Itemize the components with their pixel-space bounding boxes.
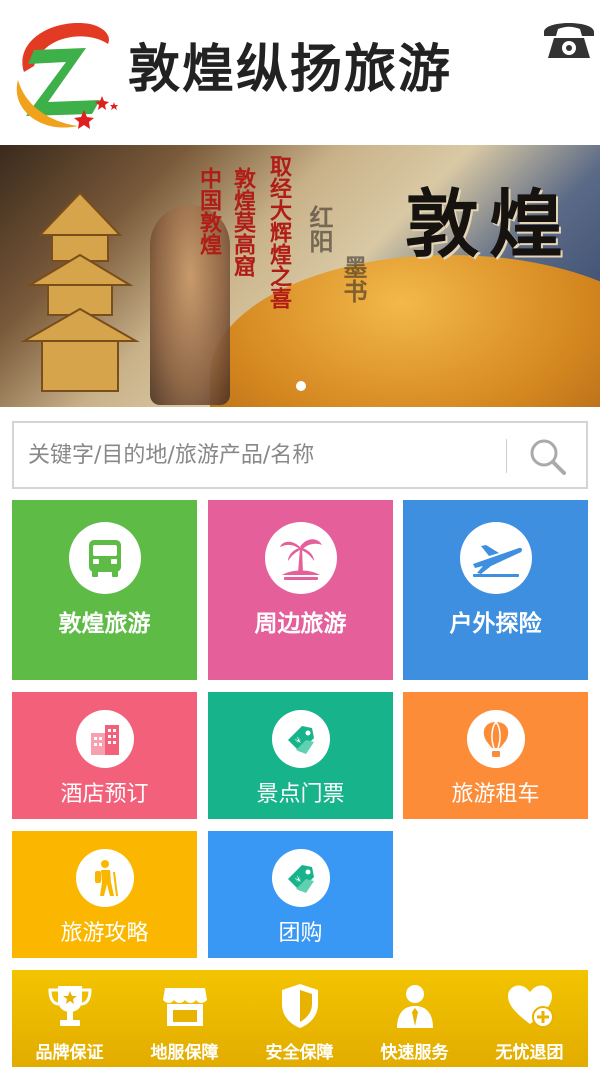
pagoda-illustration bbox=[20, 191, 140, 392]
guarantee-fast-service: 快速服务 bbox=[357, 970, 472, 1067]
tile-nearby-tour[interactable]: 周边旅游 bbox=[208, 500, 393, 680]
search-icon[interactable] bbox=[518, 431, 578, 481]
tile-dunhuang-tour[interactable]: 敦煌旅游 bbox=[12, 500, 197, 680]
guarantee-brand: 品牌保证 bbox=[12, 970, 127, 1067]
shield-icon bbox=[281, 984, 318, 1028]
hot-air-balloon-icon bbox=[466, 710, 525, 768]
z-swoosh-logo-icon[interactable] bbox=[4, 10, 122, 135]
tile-travel-guide[interactable]: 旅游攻略 bbox=[12, 831, 197, 958]
search-input[interactable] bbox=[28, 435, 508, 475]
agent-icon bbox=[396, 985, 433, 1028]
guarantee-bar: 品牌保证 地服保障 安全保障 快速服务 无忧退团 bbox=[12, 970, 588, 1067]
guarantee-refund: 无忧退团 bbox=[472, 970, 587, 1067]
tile-label: 户外探险 bbox=[449, 611, 542, 637]
heart-plus-icon bbox=[507, 985, 554, 1028]
app-header: 敦煌纵扬旅游 bbox=[0, 0, 600, 145]
tile-label: 周边旅游 bbox=[254, 611, 347, 637]
carousel-dot[interactable] bbox=[296, 381, 306, 391]
guarantee-label: 无忧退团 bbox=[495, 1043, 564, 1063]
ticket-tag-icon: ¥ bbox=[271, 710, 330, 768]
calligraphy-text-2: 敦煌莫高窟 bbox=[230, 167, 256, 277]
telephone-icon[interactable] bbox=[540, 14, 598, 62]
bus-icon bbox=[68, 522, 141, 594]
tile-label: 敦煌旅游 bbox=[58, 611, 151, 637]
tile-label: 酒店预订 bbox=[60, 782, 149, 807]
tile-label: 景点门票 bbox=[256, 782, 345, 807]
storefront-icon bbox=[162, 988, 207, 1026]
tile-label: 旅游租车 bbox=[451, 782, 540, 807]
tile-label: 团购 bbox=[278, 921, 323, 946]
hiker-icon bbox=[75, 849, 134, 907]
tile-label: 旅游攻略 bbox=[60, 921, 149, 946]
promo-banner[interactable]: 中国敦煌 敦煌莫高窟 取经大辉煌之喜 红阳 墨书 敦煌 bbox=[0, 145, 600, 407]
calligraphy-text-5: 墨书 bbox=[339, 255, 368, 303]
tile-hotel-booking[interactable]: 酒店预订 bbox=[12, 692, 197, 819]
ticket-tag-icon: ¥ bbox=[271, 849, 330, 907]
guarantee-label: 地服保障 bbox=[150, 1043, 219, 1063]
trophy-icon bbox=[47, 986, 92, 1026]
calligraphy-text-4: 红阳 bbox=[305, 205, 334, 253]
search-bar bbox=[12, 421, 588, 489]
guarantee-safety: 安全保障 bbox=[242, 970, 357, 1067]
calligraphy-text-3: 取经大辉煌之喜 bbox=[266, 155, 292, 309]
calligraphy-text-1: 中国敦煌 bbox=[196, 167, 222, 255]
tile-car-rental[interactable]: 旅游租车 bbox=[403, 692, 588, 819]
tile-group-buy[interactable]: ¥ 团购 bbox=[208, 831, 393, 958]
brand-name: 敦煌纵扬旅游 bbox=[128, 40, 453, 100]
palm-tree-icon bbox=[264, 522, 337, 594]
tile-scenic-tickets[interactable]: ¥ 景点门票 bbox=[208, 692, 393, 819]
hotel-icon bbox=[75, 710, 134, 768]
guarantee-label: 快速服务 bbox=[380, 1043, 449, 1063]
guarantee-label: 品牌保证 bbox=[35, 1043, 104, 1063]
airplane-icon bbox=[459, 522, 532, 594]
search-divider bbox=[506, 439, 507, 473]
banner-title: 敦煌 bbox=[405, 182, 573, 268]
guarantee-label: 安全保障 bbox=[265, 1043, 334, 1063]
guarantee-ground-service: 地服保障 bbox=[127, 970, 242, 1067]
tile-outdoor-adventure[interactable]: 户外探险 bbox=[403, 500, 588, 680]
